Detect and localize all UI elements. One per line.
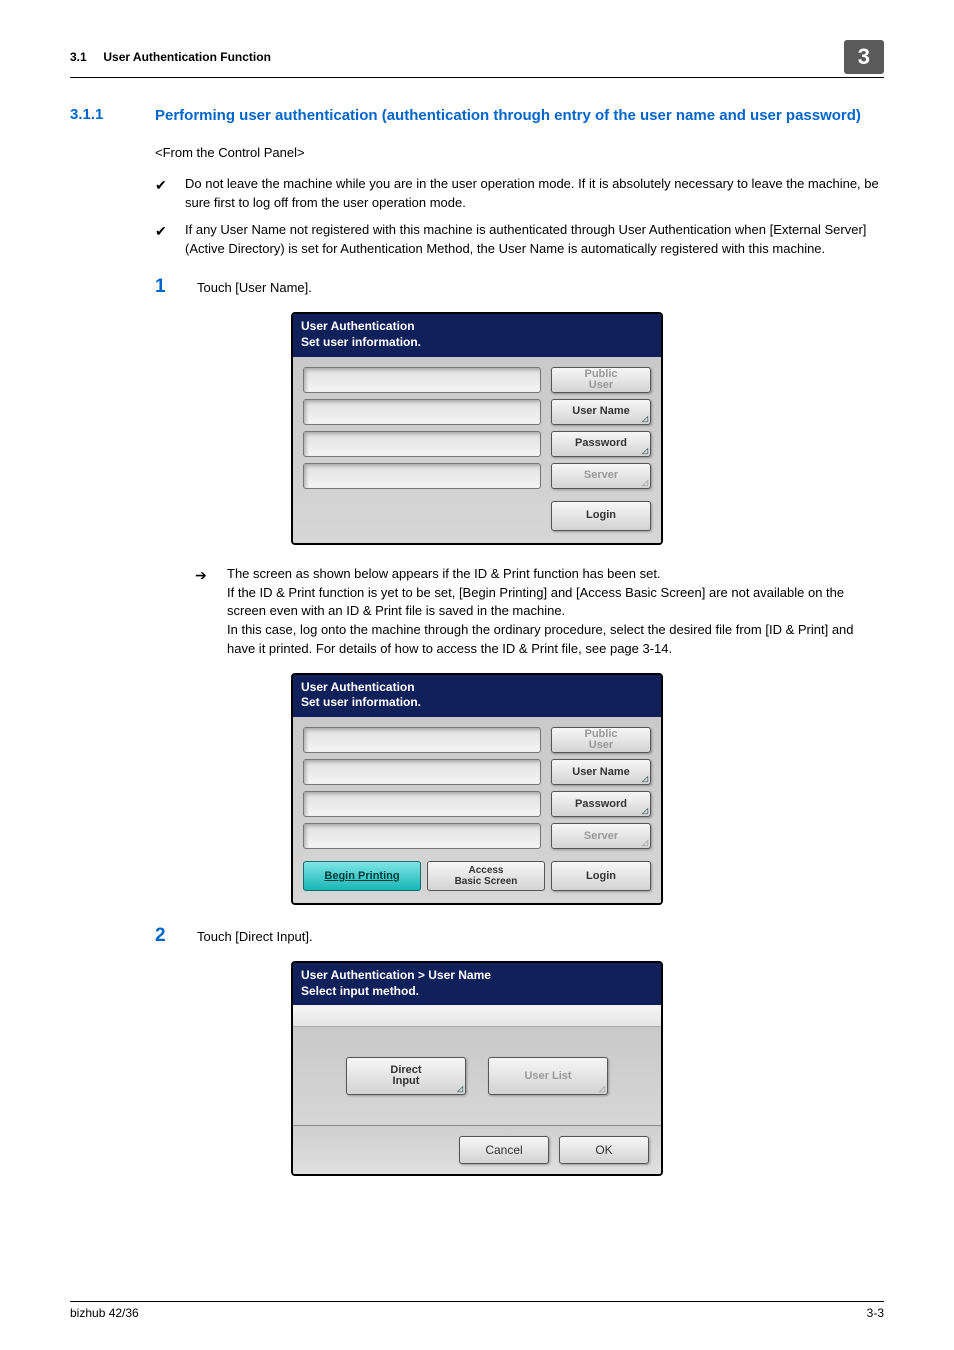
server-button[interactable]: Server ◿ xyxy=(551,823,651,849)
page-header: 3.1 User Authentication Function 3 xyxy=(70,40,884,78)
bullet-list: ✔ Do not leave the machine while you are… xyxy=(155,175,884,258)
bullet-text: If any User Name not registered with thi… xyxy=(185,221,884,259)
public-user-button[interactable]: Public User xyxy=(551,367,651,393)
password-button[interactable]: Password ◿ xyxy=(551,431,651,457)
panel-titlebar: User Authentication Set user information… xyxy=(293,675,661,717)
corner-icon: ◿ xyxy=(642,807,648,815)
check-icon: ✔ xyxy=(155,221,169,259)
panel-title-line2: Select input method. xyxy=(301,984,653,1000)
corner-icon: ◿ xyxy=(642,775,648,783)
panel-title-line1: User Authentication xyxy=(301,319,653,335)
step-row: 1 Touch [User Name]. xyxy=(155,276,884,298)
check-icon: ✔ xyxy=(155,175,169,213)
password-field[interactable] xyxy=(303,791,541,817)
btn-label: Password xyxy=(575,438,627,449)
btn-label: Server xyxy=(584,470,618,481)
step-row: 2 Touch [Direct Input]. xyxy=(155,925,884,947)
public-user-button[interactable]: Public User xyxy=(551,727,651,753)
begin-printing-button[interactable]: Begin Printing xyxy=(303,861,421,891)
step-number: 2 xyxy=(155,925,169,947)
ok-button[interactable]: OK xyxy=(559,1136,649,1164)
server-button[interactable]: Server ◿ xyxy=(551,463,651,489)
panel-titlebar: User Authentication Set user information… xyxy=(293,314,661,356)
corner-icon: ◿ xyxy=(642,479,648,487)
bullet-text: Do not leave the machine while you are i… xyxy=(185,175,884,213)
cancel-button[interactable]: Cancel xyxy=(459,1136,549,1164)
corner-icon: ◿ xyxy=(642,415,648,423)
step-number: 1 xyxy=(155,276,169,298)
panel-select-input-method: User Authentication > User Name Select i… xyxy=(291,961,663,1176)
panel-subbar xyxy=(293,1005,661,1027)
footer-left: bizhub 42/36 xyxy=(70,1306,139,1320)
chapter-number-box: 3 xyxy=(844,40,884,74)
user-name-field[interactable] xyxy=(303,399,541,425)
bullet-item: ✔ Do not leave the machine while you are… xyxy=(155,175,884,213)
login-button[interactable]: Login xyxy=(551,861,651,891)
panel-title-line1: User Authentication > User Name xyxy=(301,968,653,984)
btn-label: User List xyxy=(524,1071,571,1082)
password-field[interactable] xyxy=(303,431,541,457)
bullet-item: ✔ If any User Name not registered with t… xyxy=(155,221,884,259)
arrow-note: ➔ The screen as shown below appears if t… xyxy=(195,565,884,659)
btn-label: Password xyxy=(575,799,627,810)
panel-title-line2: Set user information. xyxy=(301,335,653,351)
panel-user-auth-2: User Authentication Set user information… xyxy=(291,673,663,905)
header-section-ref: 3.1 User Authentication Function xyxy=(70,50,271,64)
panel-title-line2: Set user information. xyxy=(301,695,653,711)
user-name-button[interactable]: User Name ◿ xyxy=(551,399,651,425)
public-user-field xyxy=(303,367,541,393)
arrow-icon: ➔ xyxy=(195,565,211,659)
panel-body: Public User User Name ◿ Password ◿ Serve… xyxy=(293,717,661,903)
panel-titlebar: User Authentication > User Name Select i… xyxy=(293,963,661,1005)
server-field xyxy=(303,823,541,849)
section-number: 3.1.1 xyxy=(70,106,125,126)
server-field xyxy=(303,463,541,489)
user-list-button[interactable]: User List ◿ xyxy=(488,1057,608,1095)
subhead: <From the Control Panel> xyxy=(155,144,884,163)
step-text: Touch [User Name]. xyxy=(197,280,312,295)
corner-icon: ◿ xyxy=(642,839,648,847)
panel-footer: Cancel OK xyxy=(293,1125,661,1174)
arrow-text: The screen as shown below appears if the… xyxy=(227,565,884,659)
btn-label: Server xyxy=(584,831,618,842)
header-title: User Authentication Function xyxy=(103,50,271,64)
section-title: Performing user authentication (authenti… xyxy=(155,106,861,126)
footer-right: 3-3 xyxy=(867,1306,884,1320)
page-footer: bizhub 42/36 3-3 xyxy=(70,1301,884,1320)
user-name-button[interactable]: User Name ◿ xyxy=(551,759,651,785)
step-text: Touch [Direct Input]. xyxy=(197,929,313,944)
login-button[interactable]: Login xyxy=(551,501,651,531)
corner-icon: ◿ xyxy=(599,1085,605,1093)
section-heading: 3.1.1 Performing user authentication (au… xyxy=(70,106,884,126)
btn-label: Direct Input xyxy=(390,1065,421,1087)
password-button[interactable]: Password ◿ xyxy=(551,791,651,817)
panel-body: Direct Input ◿ User List ◿ xyxy=(293,1027,661,1125)
btn-label: User Name xyxy=(572,406,629,417)
corner-icon: ◿ xyxy=(642,447,648,455)
user-name-field[interactable] xyxy=(303,759,541,785)
btn-label: User Name xyxy=(572,767,629,778)
panel-title-line1: User Authentication xyxy=(301,680,653,696)
header-num: 3.1 xyxy=(70,50,87,64)
direct-input-button[interactable]: Direct Input ◿ xyxy=(346,1057,466,1095)
panel-body: Public User User Name ◿ Password ◿ Serve… xyxy=(293,357,661,543)
corner-icon: ◿ xyxy=(457,1085,463,1093)
access-basic-screen-button[interactable]: Access Basic Screen xyxy=(427,861,545,891)
panel-user-auth-1: User Authentication Set user information… xyxy=(291,312,663,544)
public-user-field xyxy=(303,727,541,753)
